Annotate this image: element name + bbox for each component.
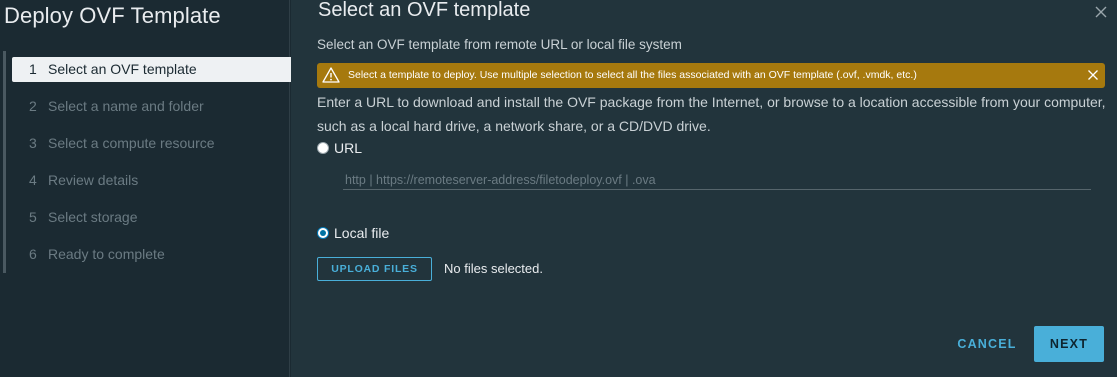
alert-text: Select a template to deploy. Use multipl…	[348, 69, 917, 81]
warning-alert: Select a template to deploy. Use multipl…	[317, 63, 1105, 88]
step-number: 3	[29, 135, 37, 151]
url-option-label: URL	[334, 140, 363, 156]
file-status: No files selected.	[444, 261, 543, 276]
step-label: Select an OVF template	[48, 61, 197, 77]
page-subtitle: Select an OVF template from remote URL o…	[317, 37, 682, 52]
next-button[interactable]: NEXT	[1034, 326, 1104, 362]
step-label: Select a compute resource	[48, 135, 215, 151]
url-option[interactable]: URL	[317, 140, 362, 156]
step-review-details[interactable]: 4 Review details	[12, 168, 293, 193]
step-ready-to-complete[interactable]: 6 Ready to complete	[12, 242, 293, 267]
wizard-sidebar: Deploy OVF Template 1 Select an OVF templ…	[0, 0, 293, 377]
url-input[interactable]	[343, 170, 1091, 190]
source-description: Enter a URL to download and install the …	[317, 94, 1106, 134]
deploy-ovf-wizard: Deploy OVF Template 1 Select an OVF templ…	[0, 0, 1117, 377]
close-icon[interactable]	[1093, 4, 1109, 20]
warning-icon	[322, 67, 340, 83]
step-number: 6	[29, 246, 37, 262]
wizard-title: Deploy OVF Template	[4, 3, 221, 28]
upload-files-button[interactable]: UPLOAD FILES	[317, 257, 432, 281]
cancel-button[interactable]: CANCEL	[947, 326, 1027, 362]
wizard-steps: 1 Select an OVF template 2 Select a name a…	[3, 51, 293, 273]
step-number: 5	[29, 209, 37, 225]
step-label: Ready to complete	[48, 246, 165, 262]
page-title: Select an OVF template	[318, 0, 531, 21]
alert-close-icon[interactable]	[1087, 69, 1099, 81]
step-select-storage[interactable]: 5 Select storage	[12, 205, 293, 230]
step-number: 1	[29, 61, 37, 77]
step-select-ovf-template[interactable]: 1 Select an OVF template	[12, 57, 293, 82]
local-file-option-label: Local file	[334, 225, 390, 241]
step-select-compute-resource[interactable]: 3 Select a compute resource	[12, 131, 293, 156]
url-radio[interactable]	[317, 142, 329, 154]
wizard-content: Select an OVF template Select an OVF tem…	[291, 0, 1117, 377]
step-label: Select a name and folder	[48, 98, 204, 114]
step-number: 2	[29, 98, 37, 114]
step-label: Review details	[48, 172, 139, 188]
local-file-option[interactable]: Local file	[317, 225, 389, 241]
step-label: Select storage	[48, 209, 138, 225]
step-select-name-folder[interactable]: 2 Select a name and folder	[12, 94, 293, 119]
local-file-radio[interactable]	[317, 227, 329, 239]
step-number: 4	[29, 172, 37, 188]
